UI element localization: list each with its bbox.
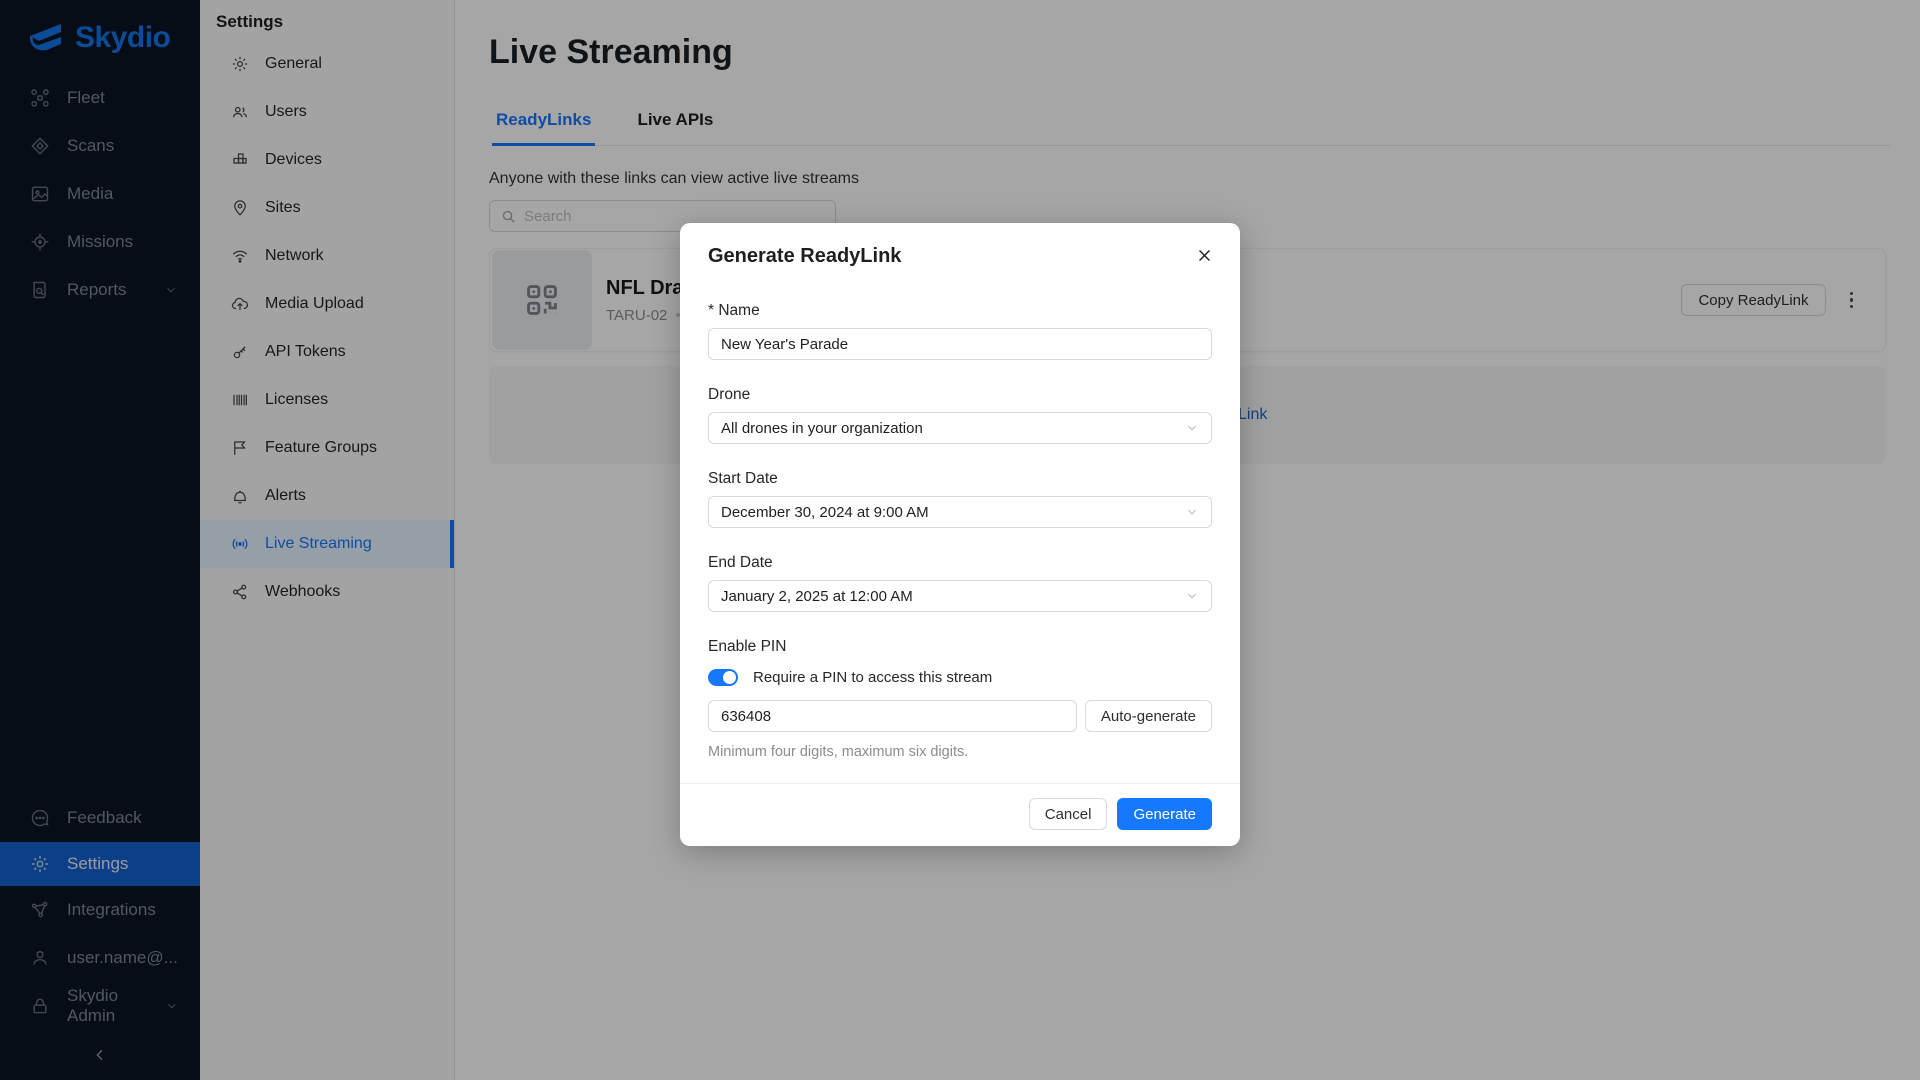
enable-pin-label: Enable PIN <box>708 638 1212 656</box>
start-date-label: Start Date <box>708 470 1212 488</box>
pin-toggle-switch[interactable] <box>708 669 738 686</box>
chevron-down-icon <box>1185 505 1199 519</box>
generate-button[interactable]: Generate <box>1117 798 1212 830</box>
chevron-down-icon <box>1185 589 1199 603</box>
generate-readylink-modal: Generate ReadyLink * Name Drone All dron… <box>680 223 1240 846</box>
close-button[interactable] <box>1190 241 1218 269</box>
cancel-button[interactable]: Cancel <box>1029 798 1108 830</box>
drone-label: Drone <box>708 386 1212 404</box>
end-date-value: January 2, 2025 at 12:00 AM <box>721 588 913 605</box>
pin-input-row: Auto-generate <box>708 700 1212 732</box>
start-date-select[interactable]: December 30, 2024 at 9:00 AM <box>708 496 1212 528</box>
drone-select[interactable]: All drones in your organization <box>708 412 1212 444</box>
modal-title: Generate ReadyLink <box>708 245 1212 268</box>
name-field[interactable] <box>708 328 1212 360</box>
pin-toggle-label: Require a PIN to access this stream <box>753 669 992 686</box>
auto-generate-button[interactable]: Auto-generate <box>1085 700 1212 732</box>
drone-select-value: All drones in your organization <box>721 420 923 437</box>
start-date-value: December 30, 2024 at 9:00 AM <box>721 504 929 521</box>
end-date-select[interactable]: January 2, 2025 at 12:00 AM <box>708 580 1212 612</box>
chevron-down-icon <box>1185 421 1199 435</box>
modal-body: * Name Drone All drones in your organiza… <box>680 302 1240 760</box>
name-label: * Name <box>708 302 1212 320</box>
pin-help-text: Minimum four digits, maximum six digits. <box>708 744 1212 760</box>
x-icon <box>1196 247 1213 264</box>
end-date-label: End Date <box>708 554 1212 572</box>
modal-header: Generate ReadyLink <box>680 223 1240 268</box>
pin-field[interactable] <box>708 700 1077 732</box>
modal-footer: Cancel Generate <box>680 783 1240 846</box>
pin-toggle-row: Require a PIN to access this stream <box>708 669 1212 686</box>
